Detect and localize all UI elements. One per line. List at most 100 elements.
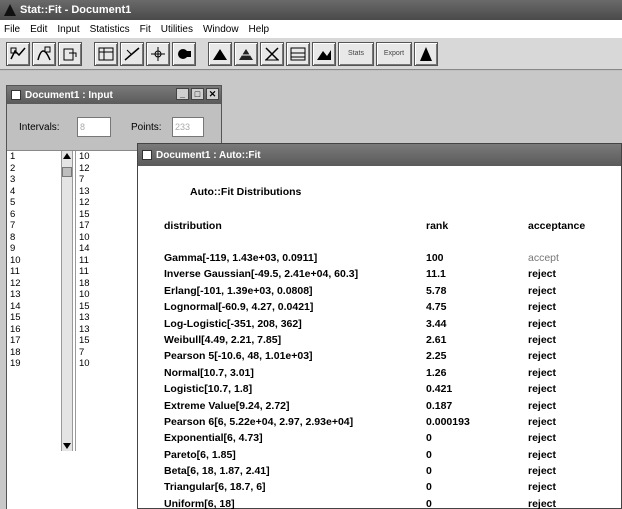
toolbar-button-logo[interactable] (414, 41, 438, 66)
scroll-up-icon[interactable] (63, 153, 71, 159)
row-value[interactable]: 11 (76, 266, 145, 278)
menu-help[interactable]: Help (249, 24, 270, 35)
table-row[interactable]: Erlang[-101, 1.39e+03, 0.0808] 5.78 reject (164, 283, 622, 299)
intervals-label: Intervals: (19, 122, 60, 133)
row-value[interactable]: 7 (76, 347, 145, 359)
toolbar-button-distribution[interactable] (234, 41, 258, 66)
histogram-icon (213, 48, 227, 60)
setup-icon (178, 48, 191, 59)
toolbar-button-plot[interactable] (146, 41, 170, 66)
row-value[interactable]: 15 (76, 209, 145, 221)
points-field[interactable]: 233 (172, 117, 204, 137)
autofit-heading: Auto::Fit Distributions (190, 186, 302, 198)
toolbar-button-comparison[interactable] (260, 41, 284, 66)
row-value[interactable]: 17 (76, 220, 145, 232)
row-value[interactable]: 10 (76, 358, 145, 370)
stat-fit-logo-icon (420, 46, 432, 61)
table-row[interactable]: Inverse Gaussian[-49.5, 2.41e+04, 60.3] 1… (164, 266, 622, 282)
table-row[interactable]: Pearson 5[-10.6, 48, 1.01e+03] 2.25 reject (164, 348, 622, 364)
acceptance-cell: reject (528, 415, 557, 428)
data-scrollbar[interactable] (61, 151, 73, 451)
maximize-button[interactable]: □ (191, 88, 204, 100)
row-value[interactable]: 7 (76, 174, 145, 186)
acceptance-cell: reject (528, 301, 557, 314)
autofit-window: Document1 : Auto::Fit Auto::Fit Distribu… (137, 143, 622, 509)
table-row[interactable]: Exponential[6, 4.73] 0 reject (164, 430, 622, 446)
toolbar-button-table2[interactable] (286, 41, 310, 66)
intervals-field[interactable]: 8 (77, 117, 111, 137)
row-index: 3 (10, 174, 16, 185)
row-value[interactable]: 10 (76, 289, 145, 301)
row-value[interactable]: 15 (76, 301, 145, 313)
close-button[interactable]: ✕ (206, 88, 219, 100)
table-row[interactable]: Lognormal[-60.9, 4.27, 0.0421] 4.75 reject (164, 299, 622, 315)
rank-cell: 2.61 (426, 333, 447, 346)
distribution-cell: Pearson 6[6, 5.22e+04, 2.97, 2.93e+04] (164, 415, 354, 428)
menu-input[interactable]: Input (57, 24, 79, 35)
table-row[interactable]: Extreme Value[9.24, 2.72] 0.187 reject (164, 398, 622, 414)
acceptance-cell: reject (528, 268, 557, 281)
toolbar-button-fit[interactable] (6, 41, 30, 66)
table-row[interactable]: Beta[6, 18, 1.87, 2.41] 0 reject (164, 463, 622, 479)
menu-statistics[interactable]: Statistics (90, 24, 130, 35)
row-index: 11 (10, 266, 20, 277)
table-row[interactable]: Normal[10.7, 3.01] 1.26 reject (164, 365, 622, 381)
toolbar-button-table[interactable] (94, 41, 118, 66)
row-value[interactable]: 10 (76, 151, 145, 163)
row-index: 16 (10, 323, 21, 335)
row-value[interactable]: 13 (76, 312, 145, 324)
menu-edit[interactable]: Edit (30, 24, 47, 35)
rank-cell: 100 (426, 252, 444, 264)
row-value[interactable]: 13 (76, 324, 145, 336)
toolbar-button-export[interactable]: Export (376, 41, 412, 66)
row-value[interactable]: 10 (76, 232, 145, 244)
minimize-button[interactable]: _ (176, 88, 189, 100)
toolbar-button-stats[interactable]: Stats (338, 41, 374, 66)
row-value[interactable]: 15 (76, 335, 145, 347)
table-row[interactable]: Logistic[10.7, 1.8] 0.421 reject (164, 381, 622, 397)
toolbar-button-data[interactable] (58, 41, 82, 66)
table-row[interactable]: Log-Logistic[-351, 208, 362] 3.44 reject (164, 316, 622, 332)
data-icon (63, 48, 77, 60)
menu-fit[interactable]: Fit (140, 24, 151, 35)
document-icon (142, 150, 152, 160)
rank-cell: 0.421 (426, 383, 453, 396)
scroll-down-icon[interactable] (63, 443, 71, 449)
acceptance-cell: reject (528, 366, 557, 379)
row-value[interactable]: 11 (76, 255, 145, 267)
distribution-cell: Extreme Value[9.24, 2.72] (164, 399, 290, 412)
row-value[interactable]: 14 (76, 243, 145, 255)
distribution-cell: Logistic[10.7, 1.8] (164, 383, 253, 396)
rank-cell: 5.78 (426, 284, 447, 297)
row-value[interactable]: 13 (76, 186, 145, 198)
toolbar-button-histogram[interactable] (208, 41, 232, 66)
menu-utilities[interactable]: Utilities (161, 24, 193, 35)
scroll-thumb[interactable] (62, 167, 72, 177)
table-row[interactable]: Gamma[-119, 1.43e+03, 0.0911] 100 accept (164, 250, 622, 266)
menu-window[interactable]: Window (203, 24, 239, 35)
table-row[interactable]: Weibull[4.49, 2.21, 7.85] 2.61 reject (164, 332, 622, 348)
row-value[interactable]: 12 (76, 163, 145, 175)
row-value[interactable]: 18 (76, 278, 145, 290)
distribution-icon (239, 48, 253, 60)
table-row[interactable]: Triangular[6, 18.7, 6] 0 reject (164, 479, 622, 495)
row-index: 14 (10, 300, 21, 312)
toolbar-button-chart[interactable] (312, 41, 336, 66)
rank-cell: 0 (426, 481, 432, 494)
toolbar-button-graph[interactable] (120, 41, 144, 66)
fit-icon (10, 47, 26, 59)
table-row[interactable]: Uniform[6, 18] 0 reject (164, 496, 622, 509)
input-window-titlebar[interactable]: Document1 : Input _ □ ✕ (7, 86, 221, 104)
autofit-window-titlebar[interactable]: Document1 : Auto::Fit (138, 144, 621, 166)
toolbar-button-setup[interactable] (172, 41, 196, 66)
acceptance-cell: reject (528, 432, 557, 445)
table-row[interactable]: Pearson 6[6, 5.22e+04, 2.97, 2.93e+04] 0.… (164, 414, 622, 430)
app-window: Stat::Fit - Document1 File Edit Input St… (0, 0, 622, 509)
distribution-cell: Gamma[-119, 1.43e+03, 0.0911] (164, 252, 318, 264)
rank-cell: 3.44 (426, 317, 447, 330)
row-value[interactable]: 12 (76, 197, 145, 209)
distribution-cell: Beta[6, 18, 1.87, 2.41] (164, 465, 270, 478)
menu-file[interactable]: File (4, 24, 20, 35)
table-row[interactable]: Pareto[6, 1.85] 0 reject (164, 447, 622, 463)
toolbar-button-auto-fit[interactable] (32, 41, 56, 66)
